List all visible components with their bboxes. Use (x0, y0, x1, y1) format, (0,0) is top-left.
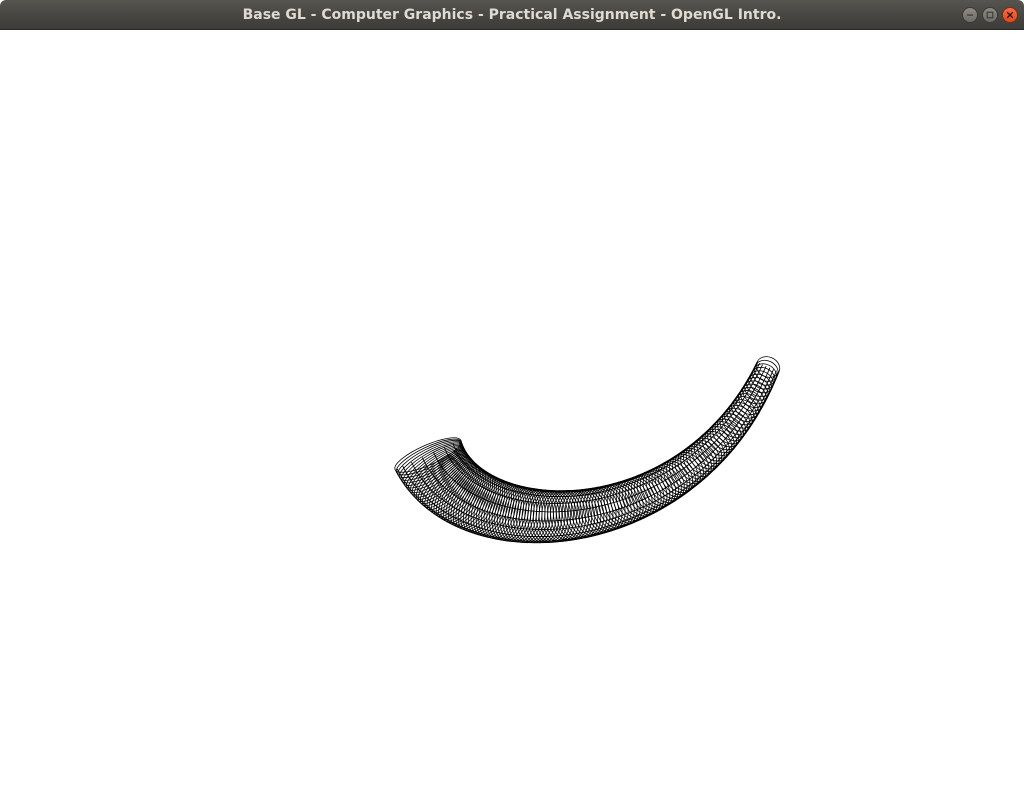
title-bar[interactable]: Base GL - Computer Graphics - Practical … (0, 0, 1024, 30)
close-icon (1006, 11, 1014, 19)
maximize-icon (986, 11, 994, 19)
render-canvas (394, 356, 781, 544)
window-title: Base GL - Computer Graphics - Practical … (242, 7, 782, 23)
wireframe-tube (394, 356, 781, 544)
maximize-button[interactable] (982, 7, 998, 23)
app-window: Base GL - Computer Graphics - Practical … (0, 0, 1024, 798)
minimize-button[interactable] (962, 7, 978, 23)
minimize-icon (967, 14, 973, 16)
opengl-viewport[interactable] (0, 30, 1024, 798)
close-button[interactable] (1002, 7, 1018, 23)
window-controls (962, 7, 1018, 23)
